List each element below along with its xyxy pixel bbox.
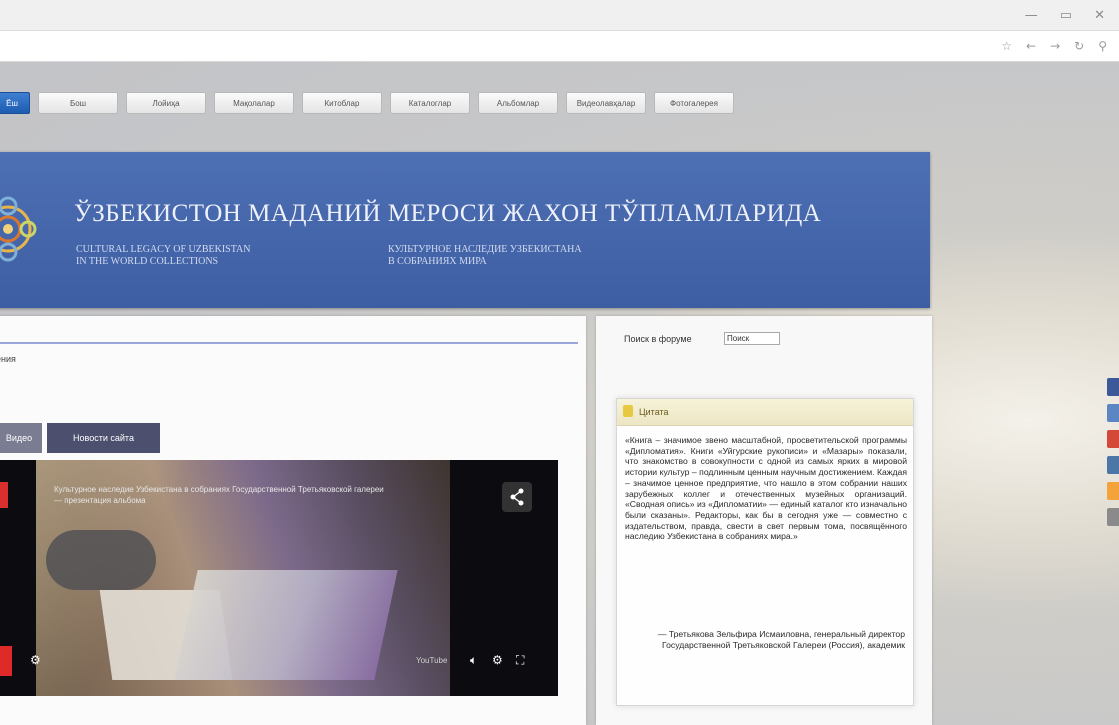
social-share-bar [1107, 378, 1119, 534]
tab-site-news[interactable]: Новости сайта [47, 423, 160, 453]
back-icon[interactable]: ← [1026, 39, 1036, 53]
banner-subtitle-ru: КУЛЬТУРНОЕ НАСЛЕДИЕ УЗБЕКИСТАНА В СОБРАН… [388, 244, 582, 268]
refresh-icon[interactable]: ↻ [1074, 39, 1084, 53]
nav-item-books[interactable]: Китоблар [302, 92, 382, 114]
fullscreen-icon[interactable]: ⛶ [516, 653, 524, 668]
play-button[interactable] [0, 646, 12, 676]
share-icon[interactable] [502, 482, 532, 512]
more-share-icon[interactable] [1107, 508, 1119, 526]
right-sidebar: Поиск в форуме Цитата «Книга – значимое … [596, 316, 932, 725]
nav-item-videos[interactable]: Видеолавҳалар [566, 92, 646, 114]
nav-item-catalogs[interactable]: Каталоглар [390, 92, 470, 114]
banner-subtitle-ru-line1: КУЛЬТУРНОЕ НАСЛЕДИЕ УЗБЕКИСТАНА [388, 244, 582, 255]
nav-item-photos[interactable]: Фотогалерея [654, 92, 734, 114]
youtube-label[interactable]: YouTube [416, 656, 447, 665]
banner-subtitle-ru-line2: В СОБРАНИЯХ МИРА [388, 256, 487, 267]
quote-heading: Цитата [639, 407, 669, 417]
banner-subtitle-en-line1: CULTURAL LEGACY OF UZBEKISTAN [76, 244, 251, 255]
video-player[interactable]: Культурное наследие Узбекистана в собран… [0, 460, 558, 696]
address-bar[interactable]: ☆ ← → ↻ ⚲ [0, 31, 1119, 62]
note-icon [623, 405, 633, 417]
content-divider [0, 342, 578, 344]
channel-logo-icon[interactable] [0, 482, 8, 508]
volume-icon[interactable]: 🔈︎ [470, 653, 477, 668]
forward-icon[interactable]: → [1050, 39, 1060, 53]
search-input[interactable] [724, 332, 780, 345]
google-plus-icon[interactable] [1107, 430, 1119, 448]
settings-icon[interactable]: ⚙ [492, 653, 503, 667]
nav-item-home[interactable]: Бош [38, 92, 118, 114]
tab-video[interactable]: Видео [0, 423, 42, 453]
maximize-icon[interactable]: ▭ [1060, 8, 1072, 23]
banner-title: ЎЗБЕКИСТОН МАДАНИЙ МЕРОСИ ЖАХОН ТЎПЛАМЛА… [74, 200, 822, 227]
site-banner: ЎЗБЕКИСТОН МАДАНИЙ МЕРОСИ ЖАХОН ТЎПЛАМЛА… [0, 152, 930, 308]
banner-subtitle-en: CULTURAL LEGACY OF UZBEKISTAN IN THE WOR… [76, 244, 250, 268]
vk-icon[interactable] [1107, 456, 1119, 474]
scene-scroll-roll [46, 530, 156, 590]
nav-item-project[interactable]: Лойиҳа [126, 92, 206, 114]
nav-item-youth[interactable]: Ёш [0, 92, 30, 114]
quote-author: — Третьякова Зельфира Исмаиловна, генера… [657, 629, 905, 650]
user-icon[interactable]: ⚲ [1098, 39, 1107, 53]
quote-text: «Книга – значимое звено масштабной, прос… [625, 435, 907, 542]
twitter-icon[interactable] [1107, 404, 1119, 422]
quote-header: Цитата [617, 399, 913, 426]
video-title[interactable]: Культурное наследие Узбекистана в собран… [54, 484, 384, 506]
ornament-logo-icon [0, 196, 37, 262]
nav-item-articles[interactable]: Мақолалар [214, 92, 294, 114]
bookmark-icon[interactable]: ☆ [1001, 39, 1012, 53]
banner-subtitle-en-line2: IN THE WORLD COLLECTIONS [76, 256, 219, 267]
minimize-icon[interactable]: — [1025, 8, 1038, 23]
main-nav: Ёш Бош Лойиҳа Мақолалар Китоблар Каталог… [0, 92, 734, 116]
settings-small-icon[interactable]: ⚙ [30, 653, 41, 667]
browser-titlebar: — ▭ ✕ [0, 0, 1119, 31]
breadcrumb: ения [0, 354, 16, 364]
scene-open-book [174, 570, 398, 680]
search-label: Поиск в форуме [624, 334, 692, 344]
nav-item-albums[interactable]: Альбомлар [478, 92, 558, 114]
odnoklassniki-icon[interactable] [1107, 482, 1119, 500]
close-icon[interactable]: ✕ [1094, 8, 1105, 23]
quote-panel: Цитата «Книга – значимое звено масштабно… [616, 398, 914, 706]
facebook-icon[interactable] [1107, 378, 1119, 396]
